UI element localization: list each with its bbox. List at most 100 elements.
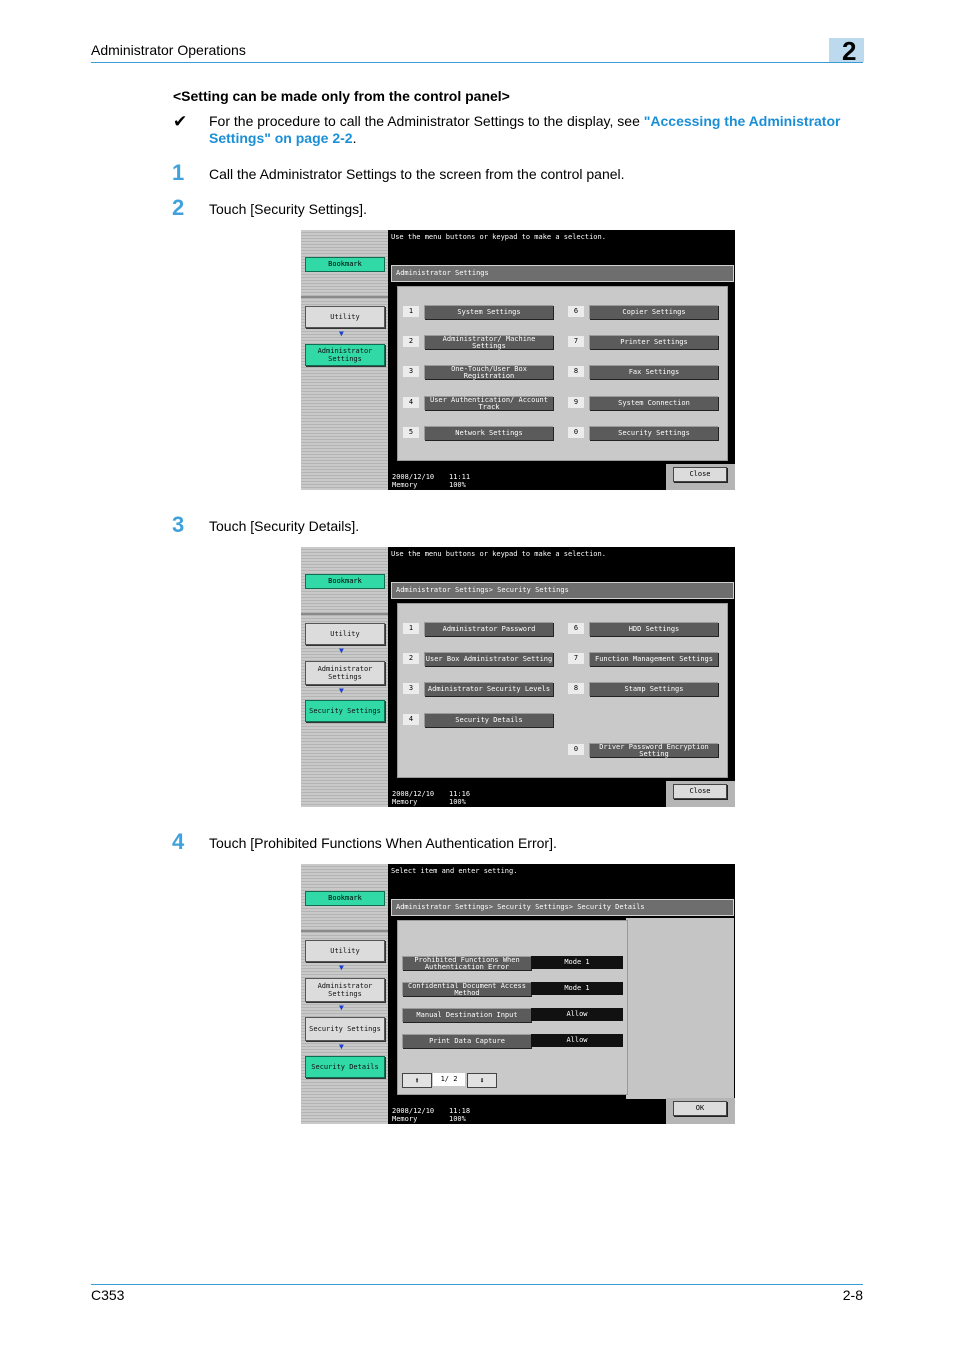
time-text: 11:16 (449, 790, 471, 798)
sidebar-divider (301, 930, 388, 932)
menu-button-security-details[interactable]: Security Details (424, 713, 553, 727)
menu-button-fax-settings[interactable]: Fax Settings (589, 365, 718, 379)
sidebar-item-administrator-settings[interactable]: Administrator Settings (305, 661, 385, 685)
footer-model: C353 (91, 1287, 125, 1303)
sidebar-item-utility[interactable]: Utility (305, 623, 385, 645)
step-number: 4 (172, 829, 185, 854)
screen-title: Administrator Settings> Security Setting… (391, 899, 734, 916)
setting-value: Mode 1 (531, 982, 623, 995)
setting-button-manual-destination-input[interactable]: Manual Destination Input (402, 1008, 531, 1022)
menu-button-system-connection[interactable]: System Connection (589, 396, 718, 410)
status-time: 11:18 100% (449, 1107, 470, 1123)
section-title: Administrator Operations (91, 42, 246, 58)
setting-button-prohibited-functions[interactable]: Prohibited Functions When Authentication… (402, 956, 531, 970)
status-date: 2008/12/10 Memory (392, 1107, 434, 1123)
ok-button[interactable]: OK (673, 1101, 727, 1116)
bookmark-button[interactable]: Bookmark (305, 574, 385, 589)
setting-button-print-data-capture[interactable]: Print Data Capture (402, 1034, 531, 1048)
memory-label: Memory (392, 798, 418, 806)
setting-value: Mode 1 (531, 956, 623, 969)
status-date: 2008/12/10 Memory (392, 790, 434, 806)
note-text: For the procedure to call the Administra… (209, 113, 869, 147)
close-button[interactable]: Close (673, 784, 727, 799)
menu-button-printer-settings[interactable]: Printer Settings (589, 335, 718, 349)
menu-button-user-authentication[interactable]: User Authentication/ Account Track (424, 396, 553, 410)
header-rule (91, 62, 863, 63)
menu-button-network-settings[interactable]: Network Settings (424, 426, 553, 440)
arrow-down-icon: ⬇ (479, 1076, 485, 1085)
screen-security-details: Bookmark Utility ▼ Administrator Setting… (301, 864, 735, 1124)
section-heading: <Setting can be made only from the contr… (173, 88, 510, 104)
menu-button-administrator-password[interactable]: Administrator Password (424, 622, 553, 636)
menu-number: 5 (403, 427, 419, 438)
screen-security-settings: Bookmark Utility ▼ Administrator Setting… (301, 547, 735, 807)
screen-title: Administrator Settings> Security Setting… (391, 582, 734, 599)
status-time: 11:11 100% (449, 473, 470, 489)
menu-button-system-settings[interactable]: System Settings (424, 305, 553, 319)
sidebar-item-security-settings[interactable]: Security Settings (305, 1017, 385, 1041)
menu-number: 1 (403, 306, 419, 317)
arrow-down-icon: ▼ (339, 963, 344, 972)
sidebar-item-utility[interactable]: Utility (305, 306, 385, 328)
memory-label: Memory (392, 481, 418, 489)
menu-button-driver-password-encryption[interactable]: Driver Password Encryption Setting (589, 743, 718, 757)
memory-label: Memory (392, 1115, 418, 1123)
footer-page-number: 2-8 (842, 1287, 863, 1303)
step-text: Touch [Prohibited Functions When Authent… (209, 835, 557, 851)
menu-button-user-box-administrator[interactable]: User Box Administrator Setting (424, 652, 553, 666)
instruction-text: Use the menu buttons or keypad to make a… (391, 550, 606, 558)
menu-number: 6 (568, 306, 584, 317)
page-down-button[interactable]: ⬇ (467, 1073, 497, 1088)
sidebar-item-security-settings[interactable]: Security Settings (305, 700, 385, 722)
instruction-text: Use the menu buttons or keypad to make a… (391, 233, 606, 241)
menu-number: 8 (568, 683, 584, 694)
close-button[interactable]: Close (673, 467, 727, 482)
step-number: 1 (172, 160, 185, 185)
setting-value: Allow (531, 1034, 623, 1047)
setting-value: Allow (531, 1008, 623, 1021)
menu-number: 2 (403, 336, 419, 347)
menu-number: 0 (568, 427, 584, 438)
setting-button-confidential-document[interactable]: Confidential Document Access Method (402, 982, 531, 996)
bookmark-button[interactable]: Bookmark (305, 891, 385, 906)
sidebar-item-administrator-settings[interactable]: Administrator Settings (305, 344, 385, 366)
menu-button-security-levels[interactable]: Administrator Security Levels (424, 682, 553, 696)
menu-button-one-touch-registration[interactable]: One-Touch/User Box Registration (424, 365, 553, 379)
sidebar-item-security-details[interactable]: Security Details (305, 1056, 385, 1078)
empty-area (626, 918, 734, 1099)
arrow-down-icon: ▼ (339, 329, 344, 338)
menu-number: 3 (403, 366, 419, 377)
menu-button-copier-settings[interactable]: Copier Settings (589, 305, 718, 319)
page-indicator: 1/ 2 (433, 1073, 465, 1086)
menu-number: 4 (403, 397, 419, 408)
menu-button-stamp-settings[interactable]: Stamp Settings (589, 682, 718, 696)
bookmark-button[interactable]: Bookmark (305, 257, 385, 272)
date-text: 2008/12/10 (392, 790, 435, 798)
footer-rule (91, 1284, 863, 1285)
menu-number: 6 (568, 623, 584, 634)
screen-title: Administrator Settings (391, 265, 734, 282)
step-text: Touch [Security Details]. (209, 518, 360, 534)
menu-button-function-management[interactable]: Function Management Settings (589, 652, 718, 666)
arrow-down-icon: ▼ (339, 1003, 344, 1012)
memory-value: 100% (449, 481, 466, 489)
screen-administrator-settings: Bookmark Utility ▼ Administrator Setting… (301, 230, 735, 490)
sidebar-item-utility[interactable]: Utility (305, 940, 385, 962)
menu-number: 3 (403, 683, 419, 694)
date-text: 2008/12/10 (392, 1107, 435, 1115)
instruction-text: Select item and enter setting. (391, 867, 518, 875)
step-text: Touch [Security Settings]. (209, 201, 367, 217)
menu-button-administrator-machine-settings[interactable]: Administrator/ Machine Settings (424, 335, 553, 349)
note-text-after: . (352, 130, 357, 146)
arrow-down-icon: ▼ (339, 1042, 344, 1051)
step-text: Call the Administrator Settings to the s… (209, 166, 625, 182)
sidebar-item-administrator-settings[interactable]: Administrator Settings (305, 978, 385, 1002)
arrow-up-icon: ⬆ (414, 1076, 420, 1085)
menu-button-hdd-settings[interactable]: HDD Settings (589, 622, 718, 636)
time-text: 11:11 (449, 473, 471, 481)
menu-number: 4 (403, 714, 419, 725)
menu-button-security-settings[interactable]: Security Settings (589, 426, 718, 440)
page-up-button[interactable]: ⬆ (402, 1073, 432, 1088)
menu-number: 1 (403, 623, 419, 634)
menu-number: 0 (568, 744, 584, 755)
